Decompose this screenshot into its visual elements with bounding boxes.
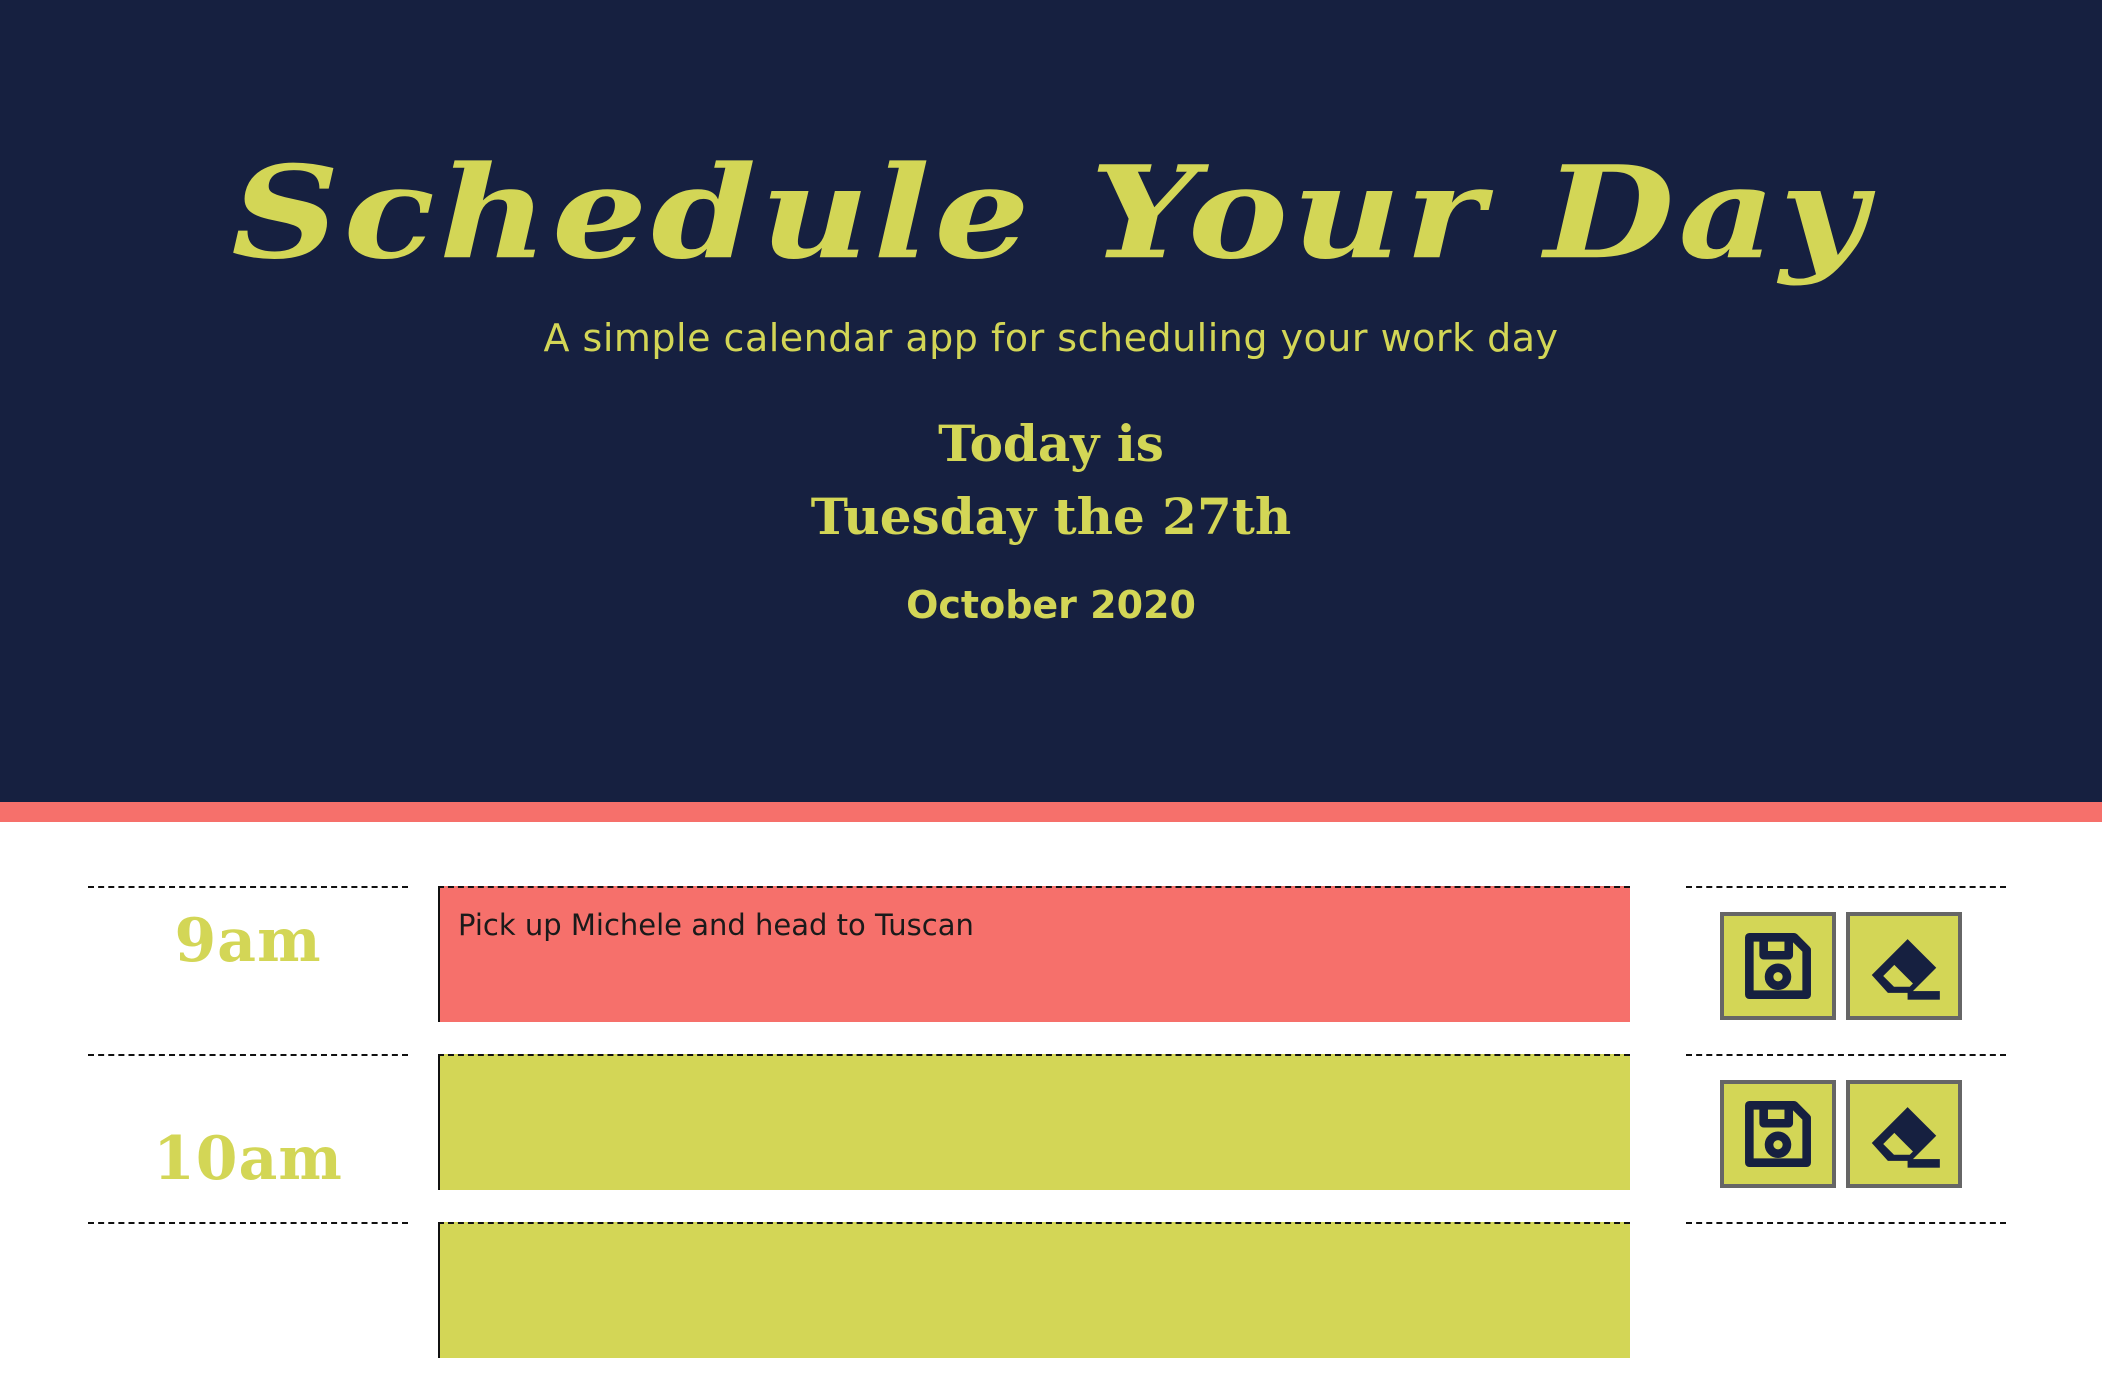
today-label: Today is bbox=[938, 414, 1164, 473]
save-icon bbox=[1745, 1101, 1811, 1167]
header: Schedule Your Day A simple calendar app … bbox=[0, 0, 2102, 822]
task-input[interactable] bbox=[438, 1054, 1630, 1190]
page-title: Schedule Your Day bbox=[231, 138, 1871, 288]
save-button[interactable] bbox=[1720, 912, 1836, 1020]
current-month: October 2020 bbox=[906, 583, 1196, 627]
clear-button[interactable] bbox=[1846, 912, 1962, 1020]
page-subtitle: A simple calendar app for scheduling you… bbox=[543, 316, 1559, 360]
hour-cell: 9am bbox=[88, 886, 408, 1056]
button-cell bbox=[1686, 1222, 2006, 1392]
time-block-9am: 9am Pick up Michele and head to Tuscan bbox=[0, 886, 2102, 1054]
current-day: Tuesday the 27th bbox=[810, 487, 1292, 546]
eraser-icon bbox=[1871, 939, 1940, 1000]
eraser-icon bbox=[1871, 1107, 1940, 1168]
button-cell bbox=[1686, 886, 2006, 1056]
time-block-10am: 10am bbox=[0, 1054, 2102, 1222]
hour-label: 10am bbox=[153, 1124, 343, 1194]
button-cell bbox=[1686, 1054, 2006, 1224]
clear-button[interactable] bbox=[1846, 1080, 1962, 1188]
time-block-11am bbox=[0, 1222, 2102, 1390]
task-input[interactable] bbox=[438, 1222, 1630, 1358]
hour-label: 9am bbox=[174, 906, 322, 976]
hour-cell bbox=[88, 1222, 408, 1392]
hour-cell: 10am bbox=[88, 1054, 408, 1224]
task-input[interactable]: Pick up Michele and head to Tuscan bbox=[438, 886, 1630, 1022]
save-icon bbox=[1745, 933, 1811, 999]
save-button[interactable] bbox=[1720, 1080, 1836, 1188]
